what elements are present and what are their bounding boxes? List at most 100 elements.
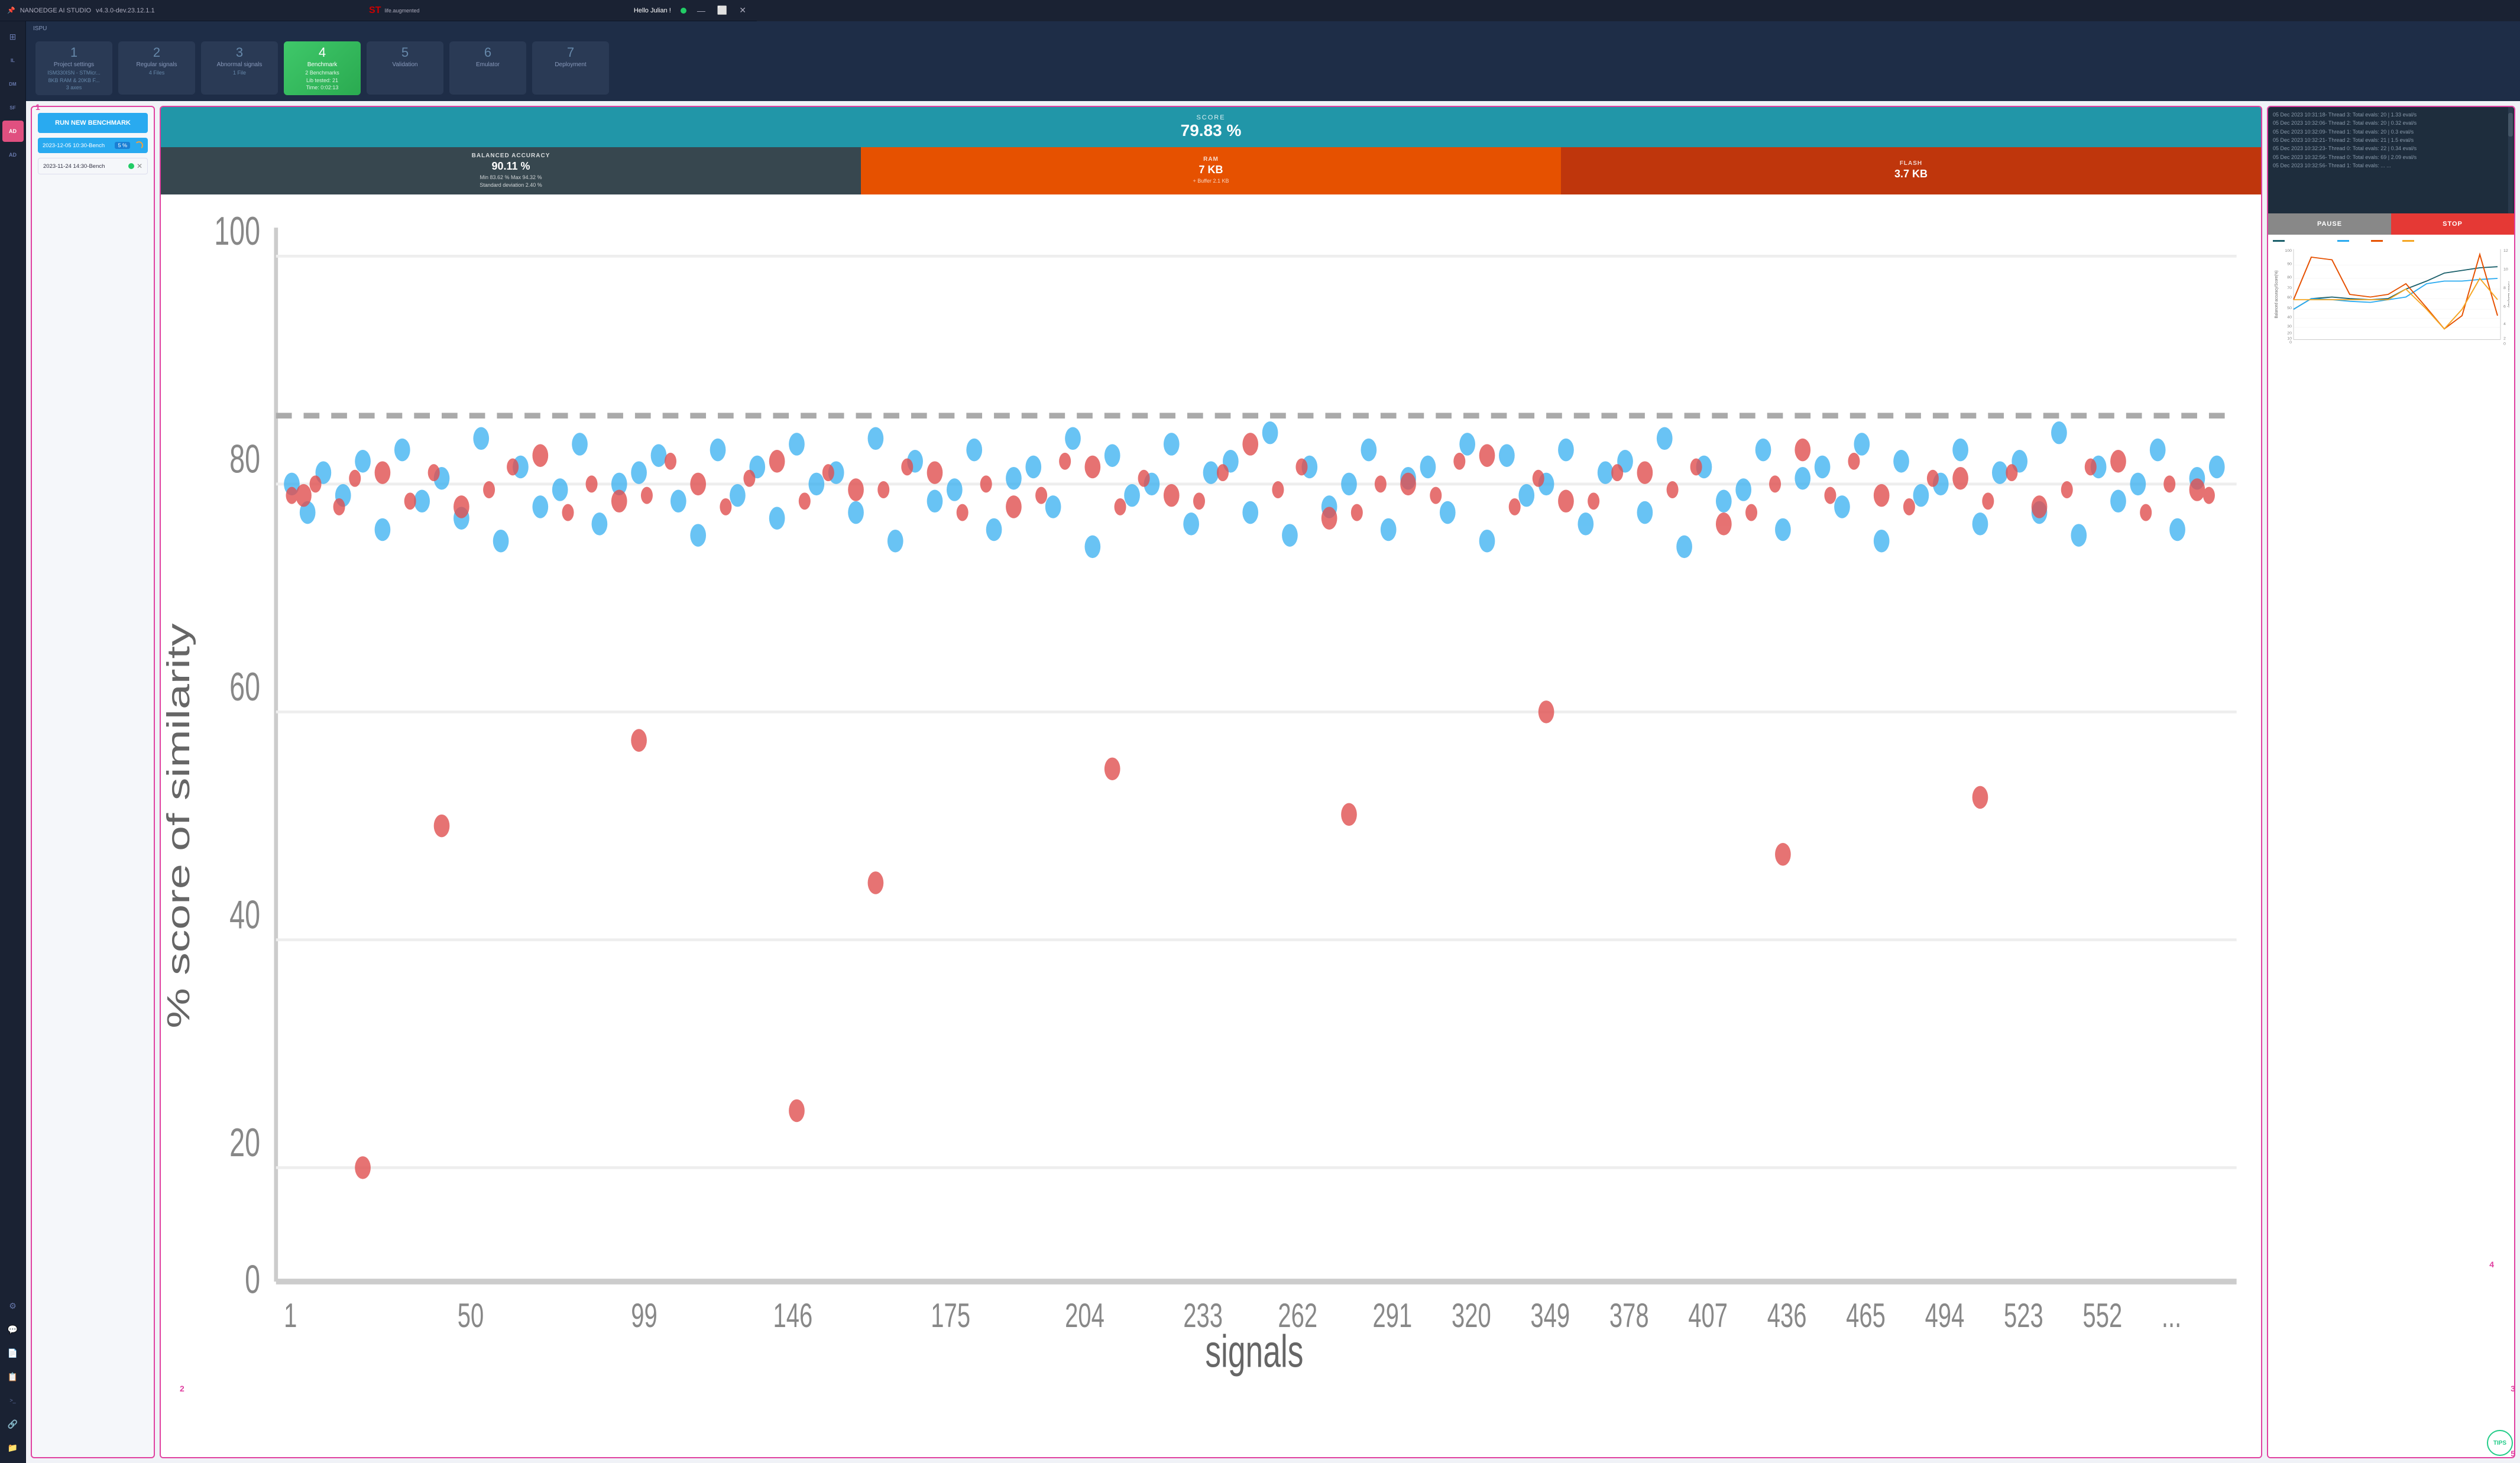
tips-button[interactable]: TIPS <box>2487 1430 2513 1456</box>
logo-subtitle: life.augmented <box>384 8 419 14</box>
window-controls: — ⬜ ✕ <box>694 4 750 17</box>
svg-text:50: 50 <box>2287 306 2292 310</box>
pin-icon: 📌 <box>7 7 15 14</box>
svg-text:204: 204 <box>1065 1296 1104 1335</box>
sidebar-item-chat[interactable]: 💬 <box>2 1319 24 1340</box>
svg-text:320: 320 <box>1452 1296 1491 1335</box>
log-scroll-thumb[interactable] <box>2508 113 2513 137</box>
step-6-number: 6 <box>484 46 491 59</box>
titlebar: 📌 NANOEDGE AI STUDIO v4.3.0-dev.23.12.1.… <box>0 0 757 21</box>
sidebar-item-ad1[interactable]: AD <box>2 121 24 142</box>
step-4-name: Benchmark <box>307 61 338 68</box>
balanced-accuracy-value: 90.11 % <box>491 160 530 173</box>
step-3-name: Abnormal signals <box>217 61 263 68</box>
step-5-name: Validation <box>392 61 417 68</box>
svg-text:407: 407 <box>1688 1296 1728 1335</box>
sidebar-item-dm[interactable]: DM <box>2 73 24 95</box>
benchmark-item-1[interactable]: 2023-12-05 10:30-Bench 5 % <box>38 138 148 153</box>
svg-text:60: 60 <box>2287 296 2292 300</box>
flash-label: FLASH <box>1900 160 1922 167</box>
step-4[interactable]: 4 Benchmark 2 BenchmarksLib tested: 21Ti… <box>284 41 361 95</box>
svg-text:% score of similarity: % score of similarity <box>166 622 196 1028</box>
chart2-svg: 100 90 80 70 60 50 40 30 20 10 0 12 10 8… <box>2273 246 2509 353</box>
section-label-4: 4 <box>2489 1260 2494 1269</box>
log-line-0: 05 Dec 2023 10:31:18- Thread 3: Total ev… <box>2273 111 2509 119</box>
maximize-button[interactable]: ⬜ <box>714 4 731 17</box>
sidebar-item-il[interactable]: IL <box>2 50 24 71</box>
svg-text:8: 8 <box>2503 286 2506 290</box>
step-2-name: Regular signals <box>137 61 177 68</box>
chart2-area: Balanced accuracy Score RAM Flash <box>2268 235 2514 1457</box>
metrics-row: BALANCED ACCURACY 90.11 % Min 83.62 % Ma… <box>161 147 2261 194</box>
benchmark-2-status <box>128 163 134 169</box>
sidebar-item-terminal[interactable]: >_ <box>2 1390 24 1411</box>
svg-text:465: 465 <box>1846 1296 1886 1335</box>
svg-text:RAM/Flash(KB): RAM/Flash(KB) <box>2507 281 2509 307</box>
app-name: NANOEDGE AI STUDIO <box>20 7 91 14</box>
logo-text: ST <box>369 5 381 16</box>
app-version: v4.3.0-dev.23.12.1.1 <box>96 7 154 14</box>
step-6[interactable]: 6 Emulator <box>449 41 526 95</box>
sidebar-item-link[interactable]: 🔗 <box>2 1413 24 1435</box>
benchmark-item-2[interactable]: 2023-11-24 14:30-Bench ✕ <box>38 158 148 174</box>
svg-text:70: 70 <box>2287 286 2292 290</box>
sidebar-item-folder[interactable]: 📁 <box>2 1437 24 1458</box>
log-line-3: 05 Dec 2023 10:32:21- Thread 2: Total ev… <box>2273 136 2509 144</box>
minimize-button[interactable]: — <box>694 4 709 17</box>
svg-text:146: 146 <box>773 1296 812 1335</box>
sidebar-item-ad2[interactable]: AD <box>2 144 24 166</box>
svg-text:0: 0 <box>2503 342 2506 346</box>
sidebar-item-file2[interactable]: 📋 <box>2 1366 24 1387</box>
titlebar-left: 📌 NANOEDGE AI STUDIO v4.3.0-dev.23.12.1.… <box>7 7 155 14</box>
sidebar-item-file1[interactable]: 📄 <box>2 1342 24 1364</box>
step-3-number: 3 <box>236 46 243 59</box>
log-scrollbar[interactable] <box>2508 107 2513 213</box>
metric-flash: FLASH 3.7 KB <box>1561 147 2261 194</box>
svg-text:349: 349 <box>1530 1296 1570 1335</box>
step-2-number: 2 <box>153 46 160 59</box>
svg-text:10: 10 <box>2503 268 2508 272</box>
step-1-detail: ISM330ISN - STMicr...8KB RAM & 20KB F...… <box>47 69 101 92</box>
sidebar-item-home[interactable]: ⊞ <box>2 26 24 47</box>
step-6-name: Emulator <box>476 61 500 68</box>
svg-text:523: 523 <box>2004 1296 2043 1335</box>
svg-text:100: 100 <box>2285 249 2292 253</box>
benchmark-2-close[interactable]: ✕ <box>137 162 142 170</box>
chart-legend: Regular signals Abnormal signals <box>166 1454 2256 1458</box>
step-2-detail: 4 Files <box>149 69 165 77</box>
ram-label: RAM <box>1203 156 1219 163</box>
step-1-number: 1 <box>70 46 77 59</box>
svg-text:Balanced accuracy/Score(%): Balanced accuracy/Score(%) <box>2275 270 2279 318</box>
breadcrumb-label: ISPU <box>33 25 47 32</box>
svg-text:378: 378 <box>1609 1296 1649 1335</box>
titlebar-right: Hello Julian ! — ⬜ ✕ <box>634 4 750 17</box>
stop-button[interactable]: STOP <box>2391 213 2514 235</box>
sidebar-item-sf[interactable]: SF <box>2 97 24 118</box>
svg-text:233: 233 <box>1183 1296 1223 1335</box>
legend-ram-label: RAM <box>2385 238 2396 244</box>
run-benchmark-button[interactable]: RUN NEW BENCHMARK <box>38 113 148 133</box>
user-label: Hello Julian ! <box>634 7 671 14</box>
step-2[interactable]: 2 Regular signals 4 Files <box>118 41 195 95</box>
svg-text:30: 30 <box>2287 325 2292 329</box>
panels: 1 RUN NEW BENCHMARK 2023-12-05 10:30-Ben… <box>26 101 2520 1463</box>
step-1[interactable]: 1 Project settings ISM330ISN - STMicr...… <box>35 41 112 95</box>
step-7-name: Deployment <box>555 61 586 68</box>
action-row: PAUSE STOP <box>2268 213 2514 235</box>
svg-text:6: 6 <box>2503 305 2506 309</box>
step-3[interactable]: 3 Abnormal signals 1 File <box>201 41 278 95</box>
svg-text:552: 552 <box>2082 1296 2122 1335</box>
step-5[interactable]: 5 Validation <box>367 41 443 95</box>
legend-score: Score <box>2337 238 2365 244</box>
log-line-1: 05 Dec 2023 10:32:06- Thread 2: Total ev… <box>2273 119 2509 127</box>
svg-text:...: ... <box>2162 1296 2181 1335</box>
balanced-accuracy-label: BALANCED ACCURACY <box>472 153 550 159</box>
step-7[interactable]: 7 Deployment <box>532 41 609 95</box>
score-label: SCORE <box>168 114 2254 121</box>
sidebar-item-settings[interactable]: ⚙ <box>2 1295 24 1316</box>
svg-text:436: 436 <box>1767 1296 1807 1335</box>
close-button[interactable]: ✕ <box>736 4 750 17</box>
pause-button[interactable]: PAUSE <box>2268 213 2391 235</box>
step-3-detail: 1 File <box>233 69 246 77</box>
svg-text:1: 1 <box>284 1296 297 1335</box>
